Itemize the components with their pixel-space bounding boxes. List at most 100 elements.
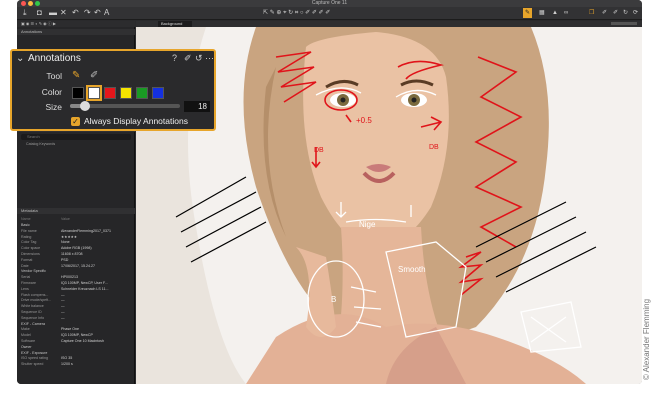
eraser-tool-icon[interactable]: ✐: [90, 70, 98, 81]
metadata-field-value[interactable]: Capture One 10 Macintosh: [61, 339, 104, 344]
metadata-field-name: Shutter speed: [21, 362, 44, 367]
metadata-field-name: Vendor Specific: [21, 269, 46, 274]
import-icon[interactable]: ▬: [49, 8, 57, 18]
metadata-field-name: Lens: [21, 286, 29, 291]
annotation-text-3: DB: [429, 144, 439, 151]
annotation-text-5: Smooth: [398, 265, 426, 274]
glasses-icon[interactable]: ∞: [564, 8, 568, 18]
metadata-field-value[interactable]: ★★★★★: [61, 235, 77, 240]
redo-icon[interactable]: ↷: [84, 8, 91, 18]
title-bar: Capture One 11: [17, 0, 642, 7]
metadata-field-value[interactable]: Adobe RGB (1998): [61, 246, 92, 251]
annotations-popup: ⌄ Annotations ? ✐ ↺ ⋯ Tool ✎ ✐ Color Siz…: [10, 49, 216, 131]
color-swatch[interactable]: [152, 87, 164, 99]
metadata-field-value[interactable]: IQ3 100MP, NewCP, User F...: [61, 281, 108, 286]
metadata-field-name: Color space: [21, 246, 41, 251]
metadata-field-name: Software: [21, 339, 36, 343]
text-icon[interactable]: A: [104, 8, 109, 18]
apply-icon[interactable]: ✐: [613, 8, 618, 18]
zoom-slider[interactable]: [611, 22, 637, 25]
metadata-field-name: Date: [21, 263, 29, 268]
download-icon[interactable]: ⤓: [23, 8, 27, 18]
always-display-label: Always Display Annotations: [84, 116, 188, 126]
metadata-field-value[interactable]: None: [61, 240, 70, 245]
metadata-field-value[interactable]: HP000213: [61, 275, 78, 280]
warning-icon[interactable]: ▲: [552, 8, 558, 18]
metadata-col-value: Value: [61, 217, 70, 221]
color-label: Color: [41, 87, 62, 97]
metadata-field-name: Drive mode/speft...: [21, 298, 52, 303]
cursor-tools-group[interactable]: ⇱ ✎ ⊕ ⌖ ↻ ⌗ ○ ✐ ✐ ✐ ✐: [263, 8, 330, 18]
minimize-window-button[interactable]: [28, 1, 33, 6]
annotation-text-2: DB: [314, 147, 324, 154]
metadata-field-name: Flash compens...: [21, 292, 49, 297]
metadata-col-name: Name: [21, 217, 31, 221]
main-toolbar: ⤓ ◘ ▬ ✕ ↶ ↷ ↶ A ⇱ ✎ ⊕ ⌖ ↻ ⌗ ○ ✐ ✐ ✐ ✐ ✎ …: [17, 7, 642, 20]
metadata-field-value[interactable]: 17/06/2017, 15.24.27: [61, 264, 95, 269]
always-display-checkbox[interactable]: ✓: [71, 117, 80, 126]
metadata-field-value[interactable]: Phase One: [61, 327, 79, 332]
metadata-field-name: White balance: [21, 304, 44, 309]
metadata-field-name: Model: [21, 333, 31, 338]
metadata-field-name: Rating: [21, 234, 32, 239]
chevron-down-icon[interactable]: ⌄: [16, 53, 24, 64]
pen-tool-icon[interactable]: ✎: [72, 70, 80, 81]
metadata-field-name: Serial: [21, 275, 31, 280]
color-swatch[interactable]: [72, 87, 84, 99]
keyword-search-input[interactable]: Search: [21, 134, 131, 140]
settings-icon[interactable]: ⟳: [633, 8, 638, 18]
metadata-field-name: Firmware: [21, 281, 36, 285]
size-slider-thumb[interactable]: [80, 101, 90, 111]
metadata-field-name: Owner: [21, 344, 32, 349]
camera-icon[interactable]: ◘: [37, 8, 42, 18]
metadata-field-value[interactable]: IQ3 100MP, NewCP: [61, 333, 93, 338]
annotation-text-6: B: [331, 295, 336, 304]
grid-icon[interactable]: ▦: [539, 8, 545, 18]
eyedropper-icon[interactable]: ✐: [602, 8, 607, 18]
color-swatch[interactable]: [86, 85, 102, 101]
size-value-field[interactable]: 18: [184, 101, 210, 112]
zoom-window-button[interactable]: [35, 1, 40, 6]
metadata-field-name: Sequence Info: [21, 315, 45, 320]
metadata-field-value[interactable]: —: [61, 298, 65, 303]
size-slider[interactable]: [70, 101, 180, 111]
color-swatch[interactable]: [120, 87, 132, 99]
eyedropper-icon[interactable]: ✐: [184, 53, 192, 64]
redo-alt-icon[interactable]: ↶: [94, 8, 101, 18]
metadata-field-name: Color Tag: [21, 240, 37, 245]
color-swatch[interactable]: [136, 87, 148, 99]
metadata-field-value[interactable]: PSD: [61, 258, 68, 263]
refresh-icon[interactable]: ↻: [623, 8, 628, 18]
metadata-field-value[interactable]: 1/200 s: [61, 362, 73, 367]
size-label: Size: [45, 102, 62, 112]
copy-icon[interactable]: ❐: [589, 8, 594, 18]
metadata-field-name: Make: [21, 327, 30, 332]
metadata-field-name: EXIF - Exposure: [21, 350, 48, 355]
undo-icon[interactable]: ↶: [72, 8, 79, 18]
more-icon[interactable]: ⋯: [205, 53, 214, 64]
annotation-text-4: Nige: [359, 220, 376, 229]
metadata-field-value[interactable]: —: [61, 293, 65, 298]
metadata-field-name: File name: [21, 228, 37, 233]
metadata-field-value[interactable]: —: [61, 316, 65, 321]
metadata-field-name: EXIF - Camera: [21, 321, 45, 326]
help-icon[interactable]: ?: [172, 53, 177, 63]
metadata-field-value[interactable]: Schneider Kreuznach LS 11...: [61, 287, 108, 292]
reset-icon[interactable]: ↺: [195, 53, 203, 64]
metadata-field-value[interactable]: —: [61, 304, 65, 309]
annotations-panel-header[interactable]: Annotations: [17, 29, 135, 35]
metadata-field-value[interactable]: —: [61, 310, 65, 315]
annotate-icon[interactable]: ✎: [523, 8, 532, 18]
metadata-field-value[interactable]: ISO 35: [61, 356, 72, 361]
metadata-field-value[interactable]: 11608 x 8708: [61, 252, 83, 257]
window-title: Capture One 11: [311, 0, 348, 6]
tool-tabs[interactable]: ▣ ◉ ☰ ◐ ✎ ◉ ⓘ ▶: [17, 21, 135, 27]
metadata-panel-header[interactable]: Metadata: [17, 208, 135, 214]
metadata-field-value[interactable]: AlexanderFlemming2017_0371: [61, 229, 111, 234]
delete-icon[interactable]: ✕: [60, 8, 67, 18]
photo-credit: © Alexander Flemming: [642, 298, 651, 380]
metadata-field-name: Dimensions: [21, 252, 40, 256]
color-swatch[interactable]: [104, 87, 116, 99]
close-window-button[interactable]: [21, 1, 26, 6]
popup-title: Annotations: [28, 53, 81, 64]
